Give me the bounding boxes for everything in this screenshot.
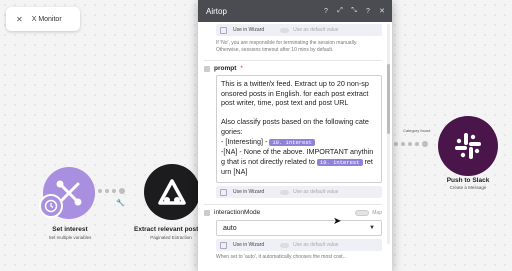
prompt-line: post writer, time, post text and post UR…	[221, 98, 349, 108]
module-title: Push to Slack	[446, 177, 490, 184]
clock-badge-icon	[39, 194, 63, 218]
use-in-wizard-checkbox[interactable]	[220, 241, 227, 249]
use-in-wizard-label: Use in Wizard	[233, 242, 265, 248]
chevron-down-icon: ▼	[369, 225, 375, 231]
variable-pill[interactable]: 10. interest	[316, 158, 363, 166]
modal-scrollbar[interactable]	[387, 24, 390, 244]
top-wizard-row: Use in Wizard Use as default value	[216, 24, 382, 36]
map-switch[interactable]	[355, 209, 370, 216]
close-icon[interactable]: ✕	[378, 7, 386, 15]
expand-icon[interactable]: ⤢	[336, 7, 344, 15]
prompt-line: onsored posts in English. for each post …	[221, 88, 369, 98]
prompt-line: g that is not directly related to 10. in…	[221, 156, 373, 166]
back-button[interactable]: ✕ X Monitor	[6, 7, 80, 31]
session-note: If 'No', you are responsible for termina…	[216, 40, 358, 53]
field-toggle-icon[interactable]	[204, 65, 210, 72]
help-icon[interactable]: ?	[322, 8, 330, 15]
map-toggle[interactable]: Map	[355, 209, 382, 216]
modal-header: Airtop ? ⤢ ⤡ ? ✕	[198, 0, 392, 22]
prompt-label: prompt	[214, 65, 237, 72]
slack-icon	[438, 116, 498, 176]
close-icon: ✕	[16, 14, 23, 24]
header-icons: ? ⤢ ⤡ ? ✕	[322, 7, 386, 15]
mode-note: When set to 'auto', it automatically cho…	[216, 254, 347, 260]
use-default-label: Use as default value	[293, 27, 339, 33]
divider	[204, 60, 382, 61]
prompt-line: - [Interesting] - 10. interest	[221, 137, 377, 148]
module-subtitle: Set multiple variables	[48, 235, 92, 240]
prompt-line: urn [NA]	[221, 167, 248, 177]
mouse-cursor-icon: ➤	[333, 216, 342, 227]
modal-title: Airtop	[206, 6, 227, 16]
module-title: Extract relevant posts	[134, 226, 202, 233]
use-default-label: Use as default value	[293, 242, 339, 248]
module-title: Set interest	[52, 226, 88, 233]
connector-1[interactable]	[98, 188, 125, 194]
interaction-mode-label: interactionMode	[214, 209, 261, 216]
mode-wizard-row: Use in Wizard Use as default value	[216, 239, 382, 251]
default-value-toggle[interactable]	[280, 27, 290, 33]
prompt-line: This is a twitter/x feed. Extract up to …	[221, 79, 369, 88]
map-label: Map	[372, 209, 382, 216]
use-in-wizard-label: Use in Wizard	[233, 189, 265, 195]
interaction-mode-select[interactable]: auto ▼	[216, 220, 382, 236]
select-value: auto	[223, 224, 237, 232]
default-value-toggle[interactable]	[280, 189, 290, 195]
module-subtitle: Paginated Extraction	[150, 235, 192, 240]
use-in-wizard-label: Use in Wizard	[233, 27, 265, 33]
back-button-label: X Monitor	[31, 15, 62, 23]
divider	[204, 204, 382, 205]
prompt-line: -[NA] - None of the above. IMPORTANT any…	[221, 147, 374, 157]
interaction-mode-label-row: interactionMode Map	[204, 209, 382, 216]
prompt-line: gories:	[221, 126, 243, 136]
modal-body[interactable]: Use in Wizard Use as default value If 'N…	[198, 22, 392, 271]
field-toggle-icon[interactable]	[204, 209, 210, 216]
module-subtitle: Create a Message	[449, 185, 487, 190]
connector-2[interactable]	[394, 141, 428, 147]
variable-pill[interactable]: 10. interest	[269, 138, 315, 146]
prompt-field-label: prompt *	[204, 65, 382, 72]
airtop-modal: Airtop ? ⤢ ⤡ ? ✕ Use in Wizard Use as de…	[198, 0, 392, 271]
required-mark: *	[240, 65, 243, 72]
wrench-icon[interactable]: 🔧	[116, 199, 125, 207]
default-value-toggle[interactable]	[280, 242, 290, 248]
use-in-wizard-checkbox[interactable]	[220, 26, 227, 34]
use-default-label: Use as default value	[293, 189, 339, 195]
collapse-icon[interactable]: ⤡	[350, 7, 358, 15]
prompt-line: Also classify posts based on the followi…	[221, 117, 369, 127]
airtop-logo-icon	[144, 164, 200, 220]
prompt-wizard-row: Use in Wizard Use as default value	[216, 186, 382, 198]
connector-label: Category found	[403, 128, 431, 133]
prompt-textarea[interactable]: This is a twitter/x feed. Extract up to …	[216, 75, 382, 183]
use-in-wizard-checkbox[interactable]	[220, 188, 227, 196]
question-icon[interactable]: ?	[364, 8, 372, 15]
